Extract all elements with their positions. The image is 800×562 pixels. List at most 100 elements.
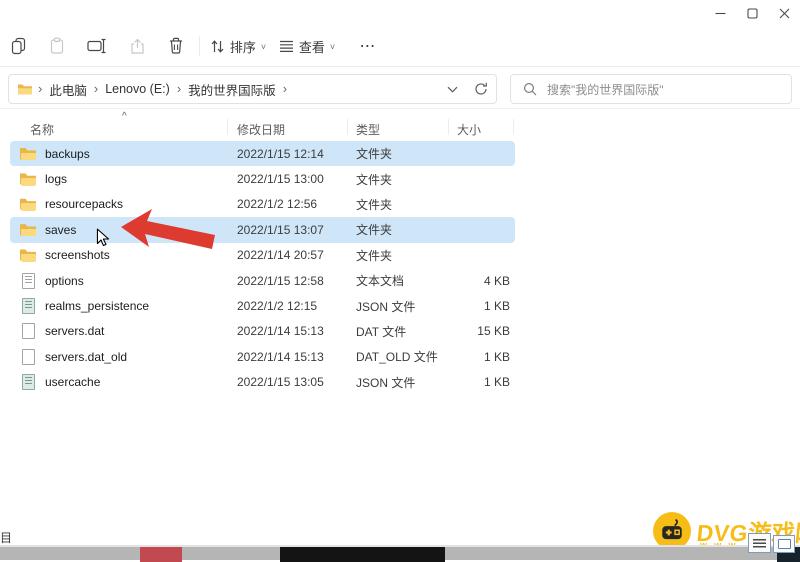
file-row[interactable]: backups 2022/1/15 12:14 文件夹 <box>10 141 515 166</box>
copy-icon <box>10 37 27 55</box>
maximize-button[interactable] <box>736 0 768 26</box>
column-resize-handle[interactable] <box>448 119 449 135</box>
chevron-down-icon: ˅ <box>330 42 335 52</box>
search-box <box>510 74 792 104</box>
file-size: 1 KB <box>446 370 510 395</box>
breadcrumb-drive[interactable]: Lenovo (E:) <box>103 82 172 96</box>
file-list-rows: backups 2022/1/15 12:14 文件夹 logs 2022/1/… <box>10 141 515 395</box>
copy-button[interactable] <box>6 30 30 62</box>
gamepad-icon <box>659 518 685 544</box>
file-type-label: 文件夹 <box>356 192 451 217</box>
file-date-modified: 2022/1/2 12:56 <box>237 192 352 217</box>
ime-list-button[interactable] <box>748 533 771 553</box>
file-date-modified: 2022/1/14 20:57 <box>237 243 352 268</box>
file-name: saves <box>45 223 76 237</box>
file-row[interactable]: saves 2022/1/15 13:07 文件夹 <box>10 217 515 242</box>
file-date-modified: 2022/1/14 15:13 <box>237 319 352 344</box>
file-name: screenshots <box>45 248 110 262</box>
list-lines-icon <box>753 539 766 548</box>
file-size <box>446 217 510 242</box>
file-type-label: JSON 文件 <box>356 293 451 318</box>
underlying-window-strip <box>0 545 800 560</box>
delete-icon <box>168 37 184 55</box>
paste-icon <box>49 37 65 55</box>
rename-button[interactable] <box>84 30 110 62</box>
file-type-icon <box>20 298 37 314</box>
file-row[interactable]: realms_persistence 2022/1/2 12:15 JSON 文… <box>10 293 515 318</box>
file-row[interactable]: logs 2022/1/15 13:00 文件夹 <box>10 166 515 191</box>
file-date-modified: 2022/1/15 12:58 <box>237 268 352 293</box>
file-date-modified: 2022/1/15 13:05 <box>237 370 352 395</box>
sort-button[interactable]: 排序 ˅ <box>207 30 269 62</box>
window-controls <box>704 0 800 26</box>
file-name: options <box>45 274 84 288</box>
view-label: 查看 <box>299 37 325 56</box>
column-resize-handle[interactable] <box>347 119 348 135</box>
file-row[interactable]: screenshots 2022/1/14 20:57 文件夹 <box>10 243 515 268</box>
file-name: servers.dat <box>45 324 104 338</box>
file-date-modified: 2022/1/15 13:00 <box>237 166 352 191</box>
folder-icon <box>17 82 33 96</box>
rename-icon <box>87 38 107 54</box>
file-size <box>446 243 510 268</box>
column-header-size[interactable]: 大小 <box>457 121 481 138</box>
file-type-icon <box>20 196 37 212</box>
file-type-icon <box>20 247 37 263</box>
file-date-modified: 2022/1/2 12:15 <box>237 293 352 318</box>
file-row[interactable]: usercache 2022/1/15 13:05 JSON 文件 1 KB <box>10 370 515 395</box>
file-date-modified: 2022/1/15 12:14 <box>237 141 352 166</box>
breadcrumb-current-folder[interactable]: 我的世界国际版 <box>186 80 278 99</box>
search-input[interactable] <box>545 75 779 105</box>
minimize-button[interactable] <box>704 0 736 26</box>
ime-window-button[interactable] <box>773 535 795 553</box>
breadcrumb-separator-icon[interactable]: › <box>89 81 103 96</box>
file-size <box>446 166 510 191</box>
column-resize-handle[interactable] <box>227 119 228 135</box>
file-type-label: 文件夹 <box>356 141 451 166</box>
file-name: servers.dat_old <box>45 350 127 364</box>
sort-label: 排序 <box>230 37 256 56</box>
column-header-type[interactable]: 类型 <box>356 121 380 138</box>
breadcrumb-separator-icon[interactable]: › <box>172 81 186 96</box>
chevron-down-icon: ˅ <box>261 42 266 52</box>
more-options-button[interactable]: ⋯ <box>352 30 384 62</box>
search-icon <box>523 82 537 96</box>
refresh-icon[interactable] <box>474 82 488 96</box>
header-divider <box>0 108 800 109</box>
view-button[interactable]: 查看 ˅ <box>276 30 338 62</box>
column-resize-handle[interactable] <box>513 119 514 135</box>
file-type-icon <box>20 171 37 187</box>
address-bar[interactable]: › 此电脑 › Lenovo (E:) › 我的世界国际版 › <box>8 74 497 104</box>
column-headers: ^ 名称 修改日期 类型 大小 <box>10 113 515 141</box>
file-type-label: 文本文档 <box>356 268 451 293</box>
file-row[interactable]: servers.dat 2022/1/14 15:13 DAT 文件 15 KB <box>10 319 515 344</box>
file-name: usercache <box>45 375 100 389</box>
breadcrumb-this-pc[interactable]: 此电脑 <box>47 80 89 99</box>
paste-button[interactable] <box>45 30 69 62</box>
delete-button[interactable] <box>164 30 188 62</box>
file-row[interactable]: servers.dat_old 2022/1/14 15:13 DAT_OLD … <box>10 344 515 369</box>
status-bar-partial-text: 目 <box>0 529 12 546</box>
file-list: ^ 名称 修改日期 类型 大小 backups 2022/1/15 12:14 … <box>10 113 515 395</box>
file-type-label: DAT_OLD 文件 <box>356 344 451 369</box>
share-button[interactable] <box>125 30 149 62</box>
close-button[interactable] <box>768 0 800 26</box>
breadcrumb-separator-icon[interactable]: › <box>33 81 47 96</box>
toolbar-divider <box>199 36 200 56</box>
address-dropdown-icon[interactable] <box>447 86 458 93</box>
view-icon <box>279 40 294 53</box>
column-header-date[interactable]: 修改日期 <box>237 121 285 138</box>
file-name: realms_persistence <box>45 299 149 313</box>
maximize-icon <box>747 8 758 19</box>
file-size: 4 KB <box>446 268 510 293</box>
file-type-label: JSON 文件 <box>356 370 451 395</box>
file-name: logs <box>45 172 67 186</box>
file-type-icon <box>20 222 37 238</box>
file-type-icon <box>20 374 37 390</box>
file-row[interactable]: resourcepacks 2022/1/2 12:56 文件夹 <box>10 192 515 217</box>
file-row[interactable]: options 2022/1/15 12:58 文本文档 4 KB <box>10 268 515 293</box>
file-size: 1 KB <box>446 293 510 318</box>
column-header-name[interactable]: 名称 <box>30 121 54 138</box>
breadcrumb-separator-icon[interactable]: › <box>278 81 292 96</box>
file-type-icon <box>20 323 37 339</box>
